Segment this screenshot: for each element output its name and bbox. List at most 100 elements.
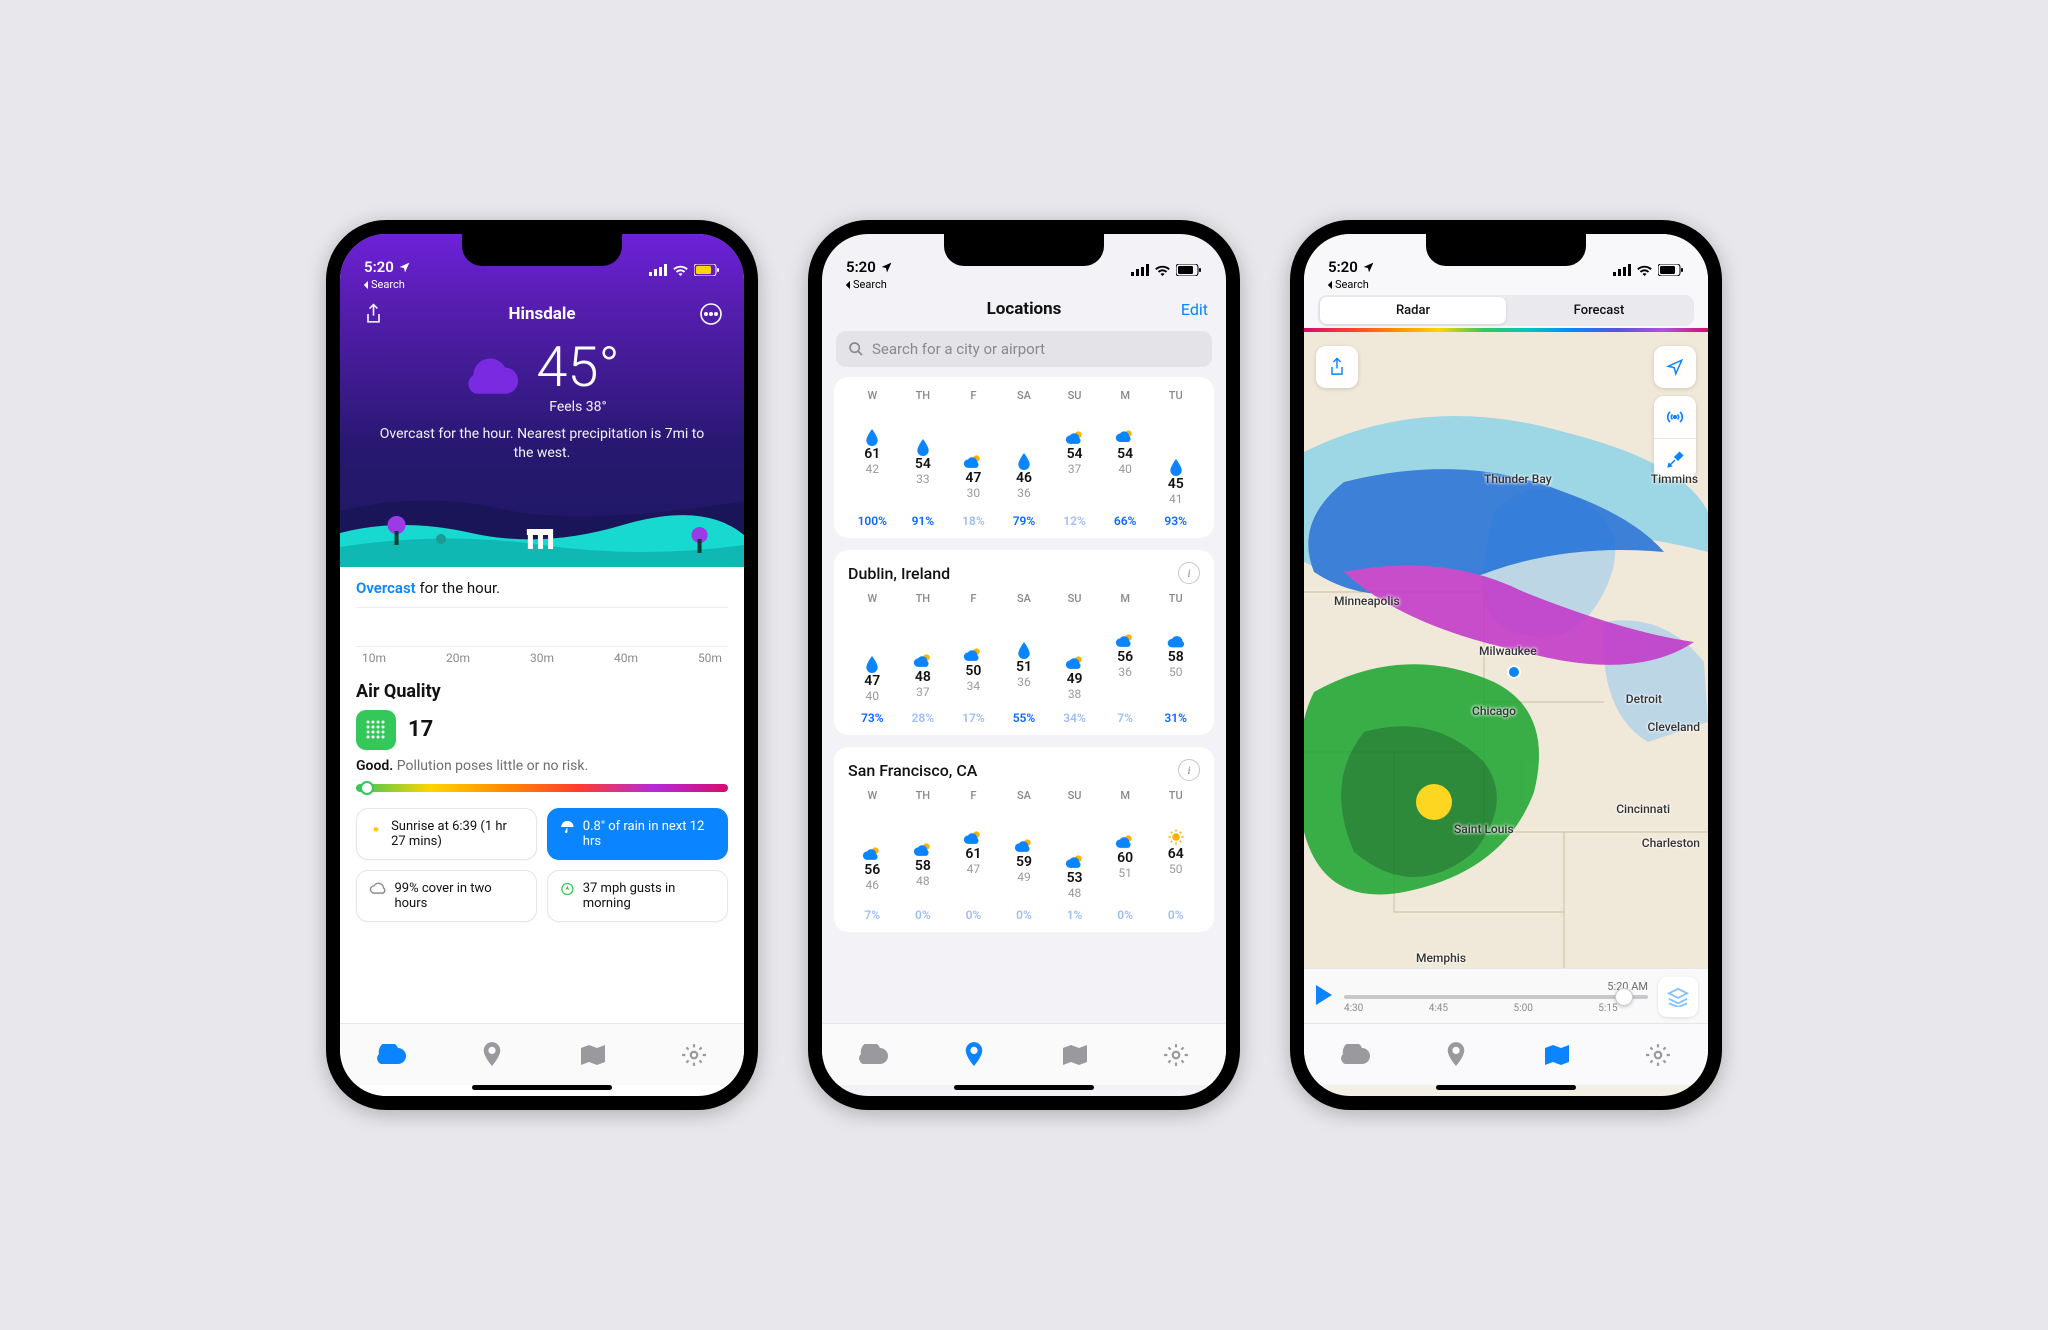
tab-settings[interactable] [674, 1035, 714, 1075]
day-column[interactable]: 48 37 [899, 623, 948, 703]
umbrella-icon [560, 819, 575, 835]
tab-forecast[interactable] [853, 1035, 893, 1075]
day-column[interactable]: 46 36 [1000, 420, 1049, 506]
map-city-label: Detroit [1626, 692, 1662, 706]
search-input[interactable]: Search for a city or airport [836, 331, 1212, 367]
day-column[interactable]: 47 40 [848, 623, 897, 703]
seg-forecast[interactable]: Forecast [1506, 297, 1692, 324]
search-placeholder: Search for a city or airport [872, 340, 1045, 358]
timeline-track[interactable] [1344, 995, 1648, 999]
tile-text: 0.8" of rain in next 12 hrs [583, 819, 715, 849]
timeline-knob[interactable] [1615, 988, 1633, 1006]
day-column[interactable]: 58 48 [899, 820, 948, 900]
compass-icon [560, 881, 575, 897]
day-column[interactable]: 45 41 [1151, 420, 1200, 506]
cloud-icon [464, 356, 520, 398]
tab-locations[interactable] [954, 1035, 994, 1075]
tile-sunrise[interactable]: Sunrise at 6:39 (1 hr 27 mins) [356, 808, 537, 860]
day-precip-pct: 91% [899, 514, 948, 528]
axis-tick: 40m [614, 651, 638, 665]
day-column[interactable]: 56 46 [848, 820, 897, 900]
info-button[interactable]: i [1178, 562, 1200, 584]
tab-forecast[interactable] [371, 1035, 411, 1075]
tile-rain[interactable]: 0.8" of rain in next 12 hrs [547, 808, 728, 860]
location-arrow-icon [1666, 358, 1684, 376]
day-precip-pct: 18% [949, 514, 998, 528]
location-list[interactable]: WTHFSASUMTU 61 42 54 33 47 30 46 36 54 3… [822, 377, 1226, 1023]
location-card-dublin[interactable]: Dublin, Irelandi WTHFSASUMTU 47 40 48 37… [834, 550, 1214, 735]
share-icon [364, 303, 383, 325]
tab-map[interactable] [573, 1035, 613, 1075]
home-indicator[interactable] [1436, 1085, 1576, 1090]
back-link[interactable]: Search [822, 278, 1226, 293]
hero-main: 45° Feels 38° Overcast for the hour. Nea… [340, 333, 744, 471]
summary-accent: Overcast [356, 579, 416, 597]
aq-text: Pollution poses little or no risk. [397, 758, 588, 774]
more-button[interactable] [696, 299, 726, 329]
edit-button[interactable]: Edit [1181, 300, 1208, 319]
tab-map[interactable] [1537, 1035, 1577, 1075]
home-indicator[interactable] [954, 1085, 1094, 1090]
nav-row: Hinsdale [340, 293, 744, 333]
day-low: 41 [1151, 492, 1200, 506]
tab-map[interactable] [1055, 1035, 1095, 1075]
day-column[interactable]: 56 36 [1101, 623, 1150, 703]
day-column[interactable]: 61 42 [848, 420, 897, 506]
tab-bar [340, 1023, 744, 1085]
day-column[interactable]: 59 49 [1000, 820, 1049, 900]
tab-locations[interactable] [472, 1035, 512, 1075]
day-high: 59 [1000, 854, 1049, 870]
share-button[interactable] [1316, 346, 1358, 388]
locate-button[interactable] [1654, 346, 1696, 388]
aq-badge [356, 710, 396, 750]
day-column[interactable]: 64 50 [1151, 820, 1200, 900]
radar-map[interactable]: Thunder Bay Timmins Minneapolis Milwauke… [1304, 332, 1708, 1023]
day-column[interactable]: 58 50 [1151, 623, 1200, 703]
location-card-current[interactable]: WTHFSASUMTU 61 42 54 33 47 30 46 36 54 3… [834, 377, 1214, 538]
day-column[interactable]: 54 40 [1101, 420, 1150, 506]
info-button[interactable]: i [1178, 759, 1200, 781]
back-link[interactable]: Search [1304, 278, 1708, 293]
home-indicator[interactable] [472, 1085, 612, 1090]
tab-settings[interactable] [1638, 1035, 1678, 1075]
forecast-grid: WTHFSASUMTU 61 42 54 33 47 30 46 36 54 3… [848, 389, 1200, 528]
day-column[interactable]: 54 37 [1050, 420, 1099, 506]
timeline-ticks: 4:30 4:45 5:00 5:15 [1344, 1003, 1648, 1014]
aq-indicator [360, 781, 374, 795]
day-column[interactable]: 50 34 [949, 623, 998, 703]
air-quality-section[interactable]: Air Quality 17 Good. Pollution poses lit… [340, 677, 744, 804]
day-column[interactable]: 60 51 [1101, 820, 1150, 900]
tab-bar [822, 1023, 1226, 1085]
back-link[interactable]: Search [340, 278, 744, 293]
timeline-track-wrap[interactable]: 5:20 AM 4:30 4:45 5:00 5:15 [1344, 980, 1648, 1014]
day-high: 60 [1101, 850, 1150, 866]
location-card-sf[interactable]: San Francisco, CAi WTHFSASUMTU 56 46 58 … [834, 747, 1214, 932]
day-high: 56 [848, 862, 897, 878]
day-column[interactable]: 47 30 [949, 420, 998, 506]
day-precip-pct: 34% [1050, 711, 1099, 725]
screen-radar: 5:20 Search Radar Forecast [1304, 234, 1708, 1096]
day-column[interactable]: 54 33 [899, 420, 948, 506]
precip-chart[interactable] [356, 607, 728, 647]
share-button[interactable] [358, 299, 388, 329]
location-arrow-icon [880, 261, 893, 274]
tab-forecast[interactable] [1335, 1035, 1375, 1075]
tile-wind[interactable]: 37 mph gusts in morning [547, 870, 728, 922]
day-high: 45 [1151, 476, 1200, 492]
sunrise-icon [369, 819, 383, 835]
layers-button[interactable] [1658, 977, 1698, 1017]
day-column[interactable]: 61 47 [949, 820, 998, 900]
day-column[interactable]: 49 38 [1050, 623, 1099, 703]
tile-clouds[interactable]: 99% cover in two hours [356, 870, 537, 922]
tab-locations[interactable] [1436, 1035, 1476, 1075]
day-label: F [949, 789, 998, 802]
notch [1426, 234, 1586, 266]
play-button[interactable] [1314, 984, 1334, 1010]
seg-radar[interactable]: Radar [1320, 297, 1506, 324]
stations-button[interactable] [1654, 396, 1696, 438]
layers-icon [1667, 987, 1689, 1007]
day-precip-pct: 93% [1151, 514, 1200, 528]
tab-settings[interactable] [1156, 1035, 1196, 1075]
day-column[interactable]: 51 36 [1000, 623, 1049, 703]
day-column[interactable]: 53 48 [1050, 820, 1099, 900]
